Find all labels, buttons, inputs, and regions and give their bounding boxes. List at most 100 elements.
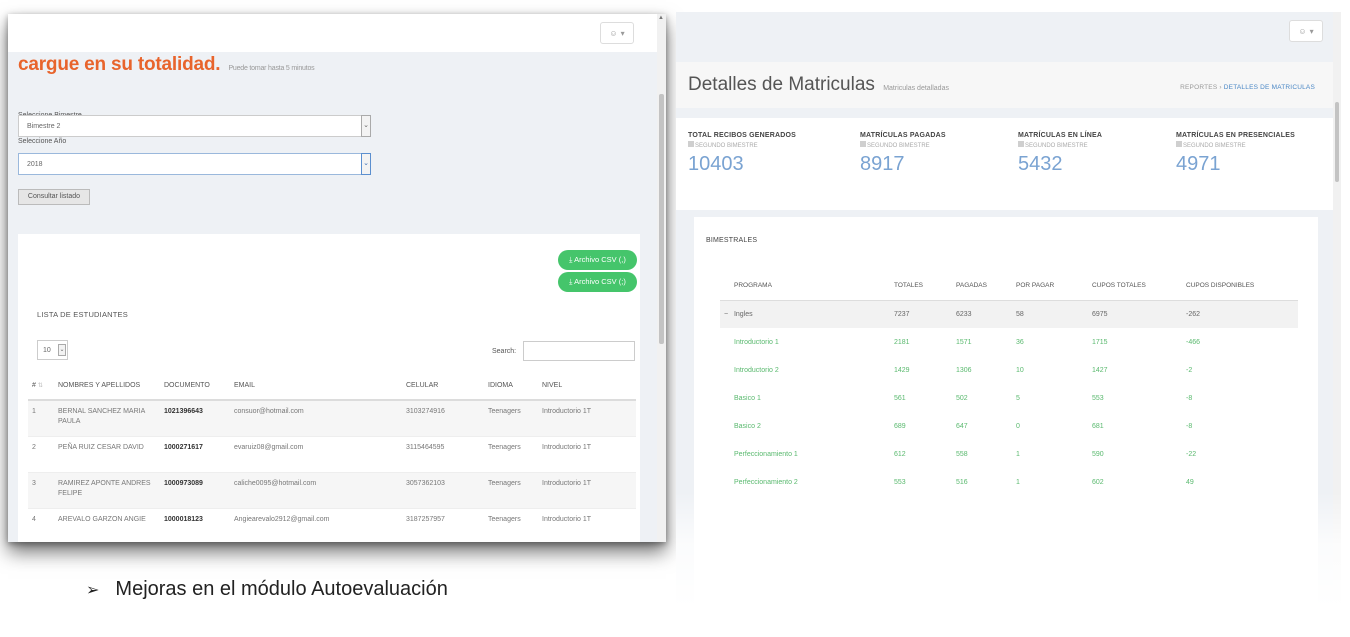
chevron-down-icon[interactable]: ⌄: [58, 344, 66, 356]
year-select[interactable]: 2018 ⌄: [18, 153, 371, 175]
breadcrumb-home-link[interactable]: REPORTES: [1180, 84, 1217, 91]
csv-download-button-semicolon[interactable]: ⤓ Archivo CSV (;): [558, 272, 637, 292]
column-header[interactable]: NOMBRES Y APELLIDOS: [54, 372, 160, 401]
cell-totales: 689: [894, 422, 906, 430]
scroll-up-icon[interactable]: ▲: [658, 15, 664, 21]
cell-level: Introductorio 1T: [538, 471, 636, 508]
group-name-cell: − Ingles: [720, 300, 890, 328]
table-header-row: # ⇅ NOMBRES Y APELLIDOS DOCUMENTO EMAIL …: [28, 372, 636, 401]
table-row: Basico 2 689 647 0 681 -8: [720, 412, 1298, 440]
chevron-down-icon[interactable]: ⌄: [361, 153, 371, 175]
column-header[interactable]: PAGADAS: [952, 272, 1012, 301]
column-header[interactable]: EMAIL: [230, 372, 402, 401]
heading-hint: Puede tomar hasta 5 minutos: [228, 65, 315, 72]
cell-totales: 7237: [890, 300, 952, 328]
bimestre-select[interactable]: Bimestre 2 ⌄: [18, 115, 371, 137]
student-table: # ⇅ NOMBRES Y APELLIDOS DOCUMENTO EMAIL …: [28, 372, 636, 542]
page-length-value: 10: [43, 347, 51, 354]
consultar-button[interactable]: Consultar listado: [18, 189, 90, 205]
column-header[interactable]: CUPOS DISPONIBLES: [1182, 272, 1298, 301]
stat-label: MATRÍCULAS PAGADAS: [860, 132, 946, 139]
user-menu-button[interactable]: ☺ ▾: [600, 22, 634, 44]
calendar-icon: [688, 141, 694, 147]
chevron-down-icon[interactable]: ⌄: [361, 115, 371, 137]
user-menu-button[interactable]: ☺ ▾: [1289, 20, 1323, 42]
cell-totales: 612: [894, 450, 906, 458]
page-header: Detalles de Matriculas Matriculas detall…: [676, 62, 1333, 108]
page-title-text: Detalles de Matriculas: [688, 74, 875, 95]
cell-document: 1021396643: [160, 399, 230, 436]
stat-label: MATRÍCULAS EN LÍNEA: [1018, 132, 1103, 139]
cell-name: RAMIREZ APONTE ANDRES FELIPE: [54, 471, 160, 508]
cell-cupos-totales: 6975: [1088, 300, 1182, 328]
scrollbar-thumb[interactable]: [659, 94, 664, 344]
cell-totales: 561: [894, 394, 906, 402]
calendar-icon: [1176, 141, 1182, 147]
cell-email: evaruiz08@gmail.com: [230, 435, 402, 472]
stat-value: 4971: [1176, 153, 1221, 175]
cell-index: 4: [28, 507, 54, 542]
student-list-panel: ⤓ Archivo CSV (,) ⤓ Archivo CSV (;) LIST…: [18, 234, 640, 542]
column-header[interactable]: # ⇅: [28, 372, 54, 401]
group-row-ingles[interactable]: − Ingles 7237 6233 58 6975 -262: [720, 300, 1298, 328]
table-row: 4 AREVALO GARZON ANGIE 1000018123 Angiea…: [28, 507, 636, 542]
table-row: Introductorio 1 2181 1571 36 1715 -466: [720, 328, 1298, 356]
scrollbar-thumb[interactable]: [1335, 102, 1339, 182]
cell-cupos-disponibles: -262: [1182, 300, 1298, 328]
cell-programa: Introductorio 1: [734, 338, 779, 346]
page-length-select[interactable]: 10 ⌄: [37, 340, 68, 360]
column-header[interactable]: TOTALES: [890, 272, 952, 301]
download-icon: ⤓: [569, 255, 573, 264]
download-icon: ⤓: [569, 277, 573, 286]
cell-cupos-disponibles: -2: [1186, 366, 1193, 374]
cell-por-pagar: 1: [1016, 450, 1020, 458]
student-list-window: ☺ ▾ ▲ cargue en su totalidad. Puede tomar…: [8, 14, 666, 542]
cell-document: 1000973089: [160, 471, 230, 508]
cell-cupos-disponibles: -466: [1186, 338, 1201, 346]
stat-value: 10403: [688, 153, 744, 175]
calendar-icon: [1018, 141, 1024, 147]
scrollbar[interactable]: ▲: [657, 14, 666, 542]
collapse-toggle-icon[interactable]: −: [724, 311, 728, 318]
sort-icon: ⇅: [37, 383, 43, 389]
stat-value: 5432: [1018, 153, 1063, 175]
cell-programa: Basico 1: [734, 394, 761, 402]
column-header[interactable]: PROGRAMA: [720, 272, 890, 301]
cell-cupos-totales: 1715: [1092, 338, 1108, 346]
bimestre-value: Bimestre 2: [27, 123, 61, 130]
user-icon: ☺: [609, 28, 618, 38]
cell-totales: 2181: [894, 338, 910, 346]
cell-phone: 3057362103: [402, 471, 484, 508]
stat-value: 8917: [860, 153, 905, 175]
column-header[interactable]: IDIOMA: [484, 372, 538, 401]
column-header[interactable]: DOCUMENTO: [160, 372, 230, 401]
cell-cupos-disponibles: -8: [1186, 422, 1193, 430]
cell-cupos-totales: 553: [1092, 394, 1104, 402]
cell-por-pagar: 5: [1016, 394, 1020, 402]
column-header[interactable]: NIVEL: [538, 372, 636, 401]
breadcrumb-current: DETALLES DE MATRICULAS: [1223, 84, 1315, 91]
cell-cupos-disponibles: -22: [1186, 450, 1197, 458]
cell-por-pagar: 0: [1016, 422, 1020, 430]
reflection-fade: [676, 492, 1341, 637]
cell-cupos-totales: 1427: [1092, 366, 1108, 374]
csv-download-button-comma[interactable]: ⤓ Archivo CSV (,): [558, 250, 637, 270]
top-bar: ☺ ▾: [8, 14, 658, 52]
stat-matriculas-pagadas: MATRÍCULAS PAGADAS SEGUNDO BIMESTRE 8917: [860, 132, 1010, 176]
cell-name: BERNAL SANCHEZ MARIA PAULA: [54, 399, 160, 436]
column-header[interactable]: CUPOS TOTALES: [1088, 272, 1182, 301]
cell-por-pagar: 10: [1016, 366, 1024, 374]
column-header[interactable]: CELULAR: [402, 372, 484, 401]
breadcrumb-separator: ›: [1219, 84, 1222, 91]
user-icon: ☺: [1298, 26, 1307, 36]
search-input[interactable]: [523, 341, 635, 361]
cell-document: 1000018123: [160, 507, 230, 542]
caret-down-icon: ▾: [1309, 26, 1314, 36]
cell-pagadas: 1306: [956, 366, 972, 374]
stat-label: TOTAL RECIBOS GENERADOS: [688, 132, 797, 139]
column-header[interactable]: POR PAGAR: [1012, 272, 1088, 301]
cell-language: Teenagers: [484, 435, 538, 472]
cell-document: 1000271617: [160, 435, 230, 472]
table-row: 1 BERNAL SANCHEZ MARIA PAULA 1021396643 …: [28, 399, 636, 436]
cell-phone: 3115464595: [402, 435, 484, 472]
